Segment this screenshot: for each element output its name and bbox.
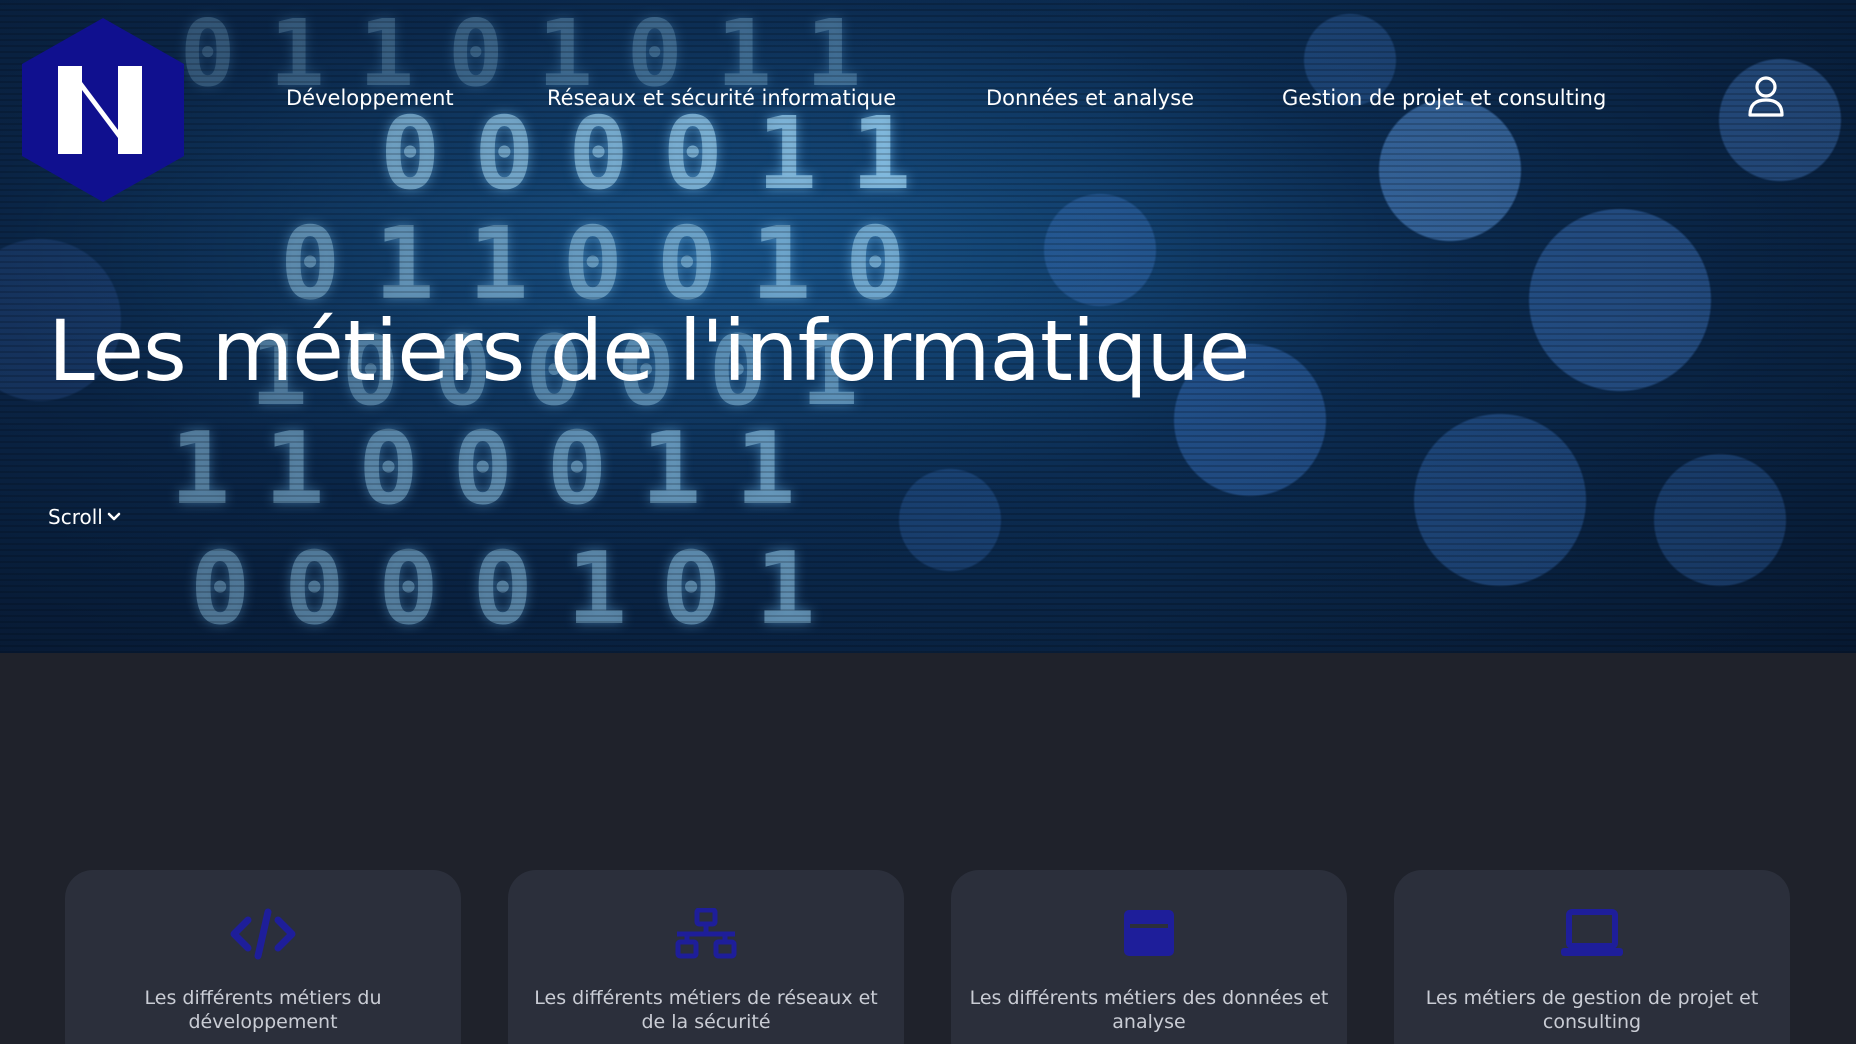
code-icon (230, 908, 296, 960)
card-donnees[interactable]: Les différents métiers des données et an… (951, 870, 1347, 1044)
card-developpement[interactable]: Les différents métiers du développement (65, 870, 461, 1044)
card-label: Les différents métiers de réseaux et de … (534, 987, 878, 1033)
scroll-label: Scroll (48, 505, 103, 529)
main-nav: Développement Réseaux et sécurité inform… (0, 82, 1856, 114)
laptop-icon (1561, 909, 1623, 956)
card-label: Les différents métiers du développement (144, 987, 382, 1033)
nav-item-donnees-analyse[interactable]: Données et analyse (986, 82, 1194, 114)
window-icon (1124, 910, 1174, 956)
page-title: Les métiers de l'informatique (48, 302, 1250, 400)
nav-item-reseaux-securite[interactable]: Réseaux et sécurité informatique (547, 82, 896, 114)
user-account-icon[interactable] (1744, 74, 1788, 118)
network-icon (675, 908, 737, 959)
card-label: Les métiers de gestion de projet et cons… (1425, 987, 1759, 1033)
card-gestion-projet[interactable]: Les métiers de gestion de projet et cons… (1394, 870, 1790, 1044)
nav-item-developpement[interactable]: Développement (286, 82, 454, 114)
nav-item-gestion-projet[interactable]: Gestion de projet et consulting (1282, 82, 1606, 114)
chevron-down-icon (107, 512, 121, 521)
card-label: Les différents métiers des données et an… (969, 987, 1329, 1033)
category-cards: Les différents métiers du développement … (0, 870, 1856, 1044)
scroll-button[interactable]: Scroll (48, 505, 121, 529)
card-reseaux[interactable]: Les différents métiers de réseaux et de … (508, 870, 904, 1044)
